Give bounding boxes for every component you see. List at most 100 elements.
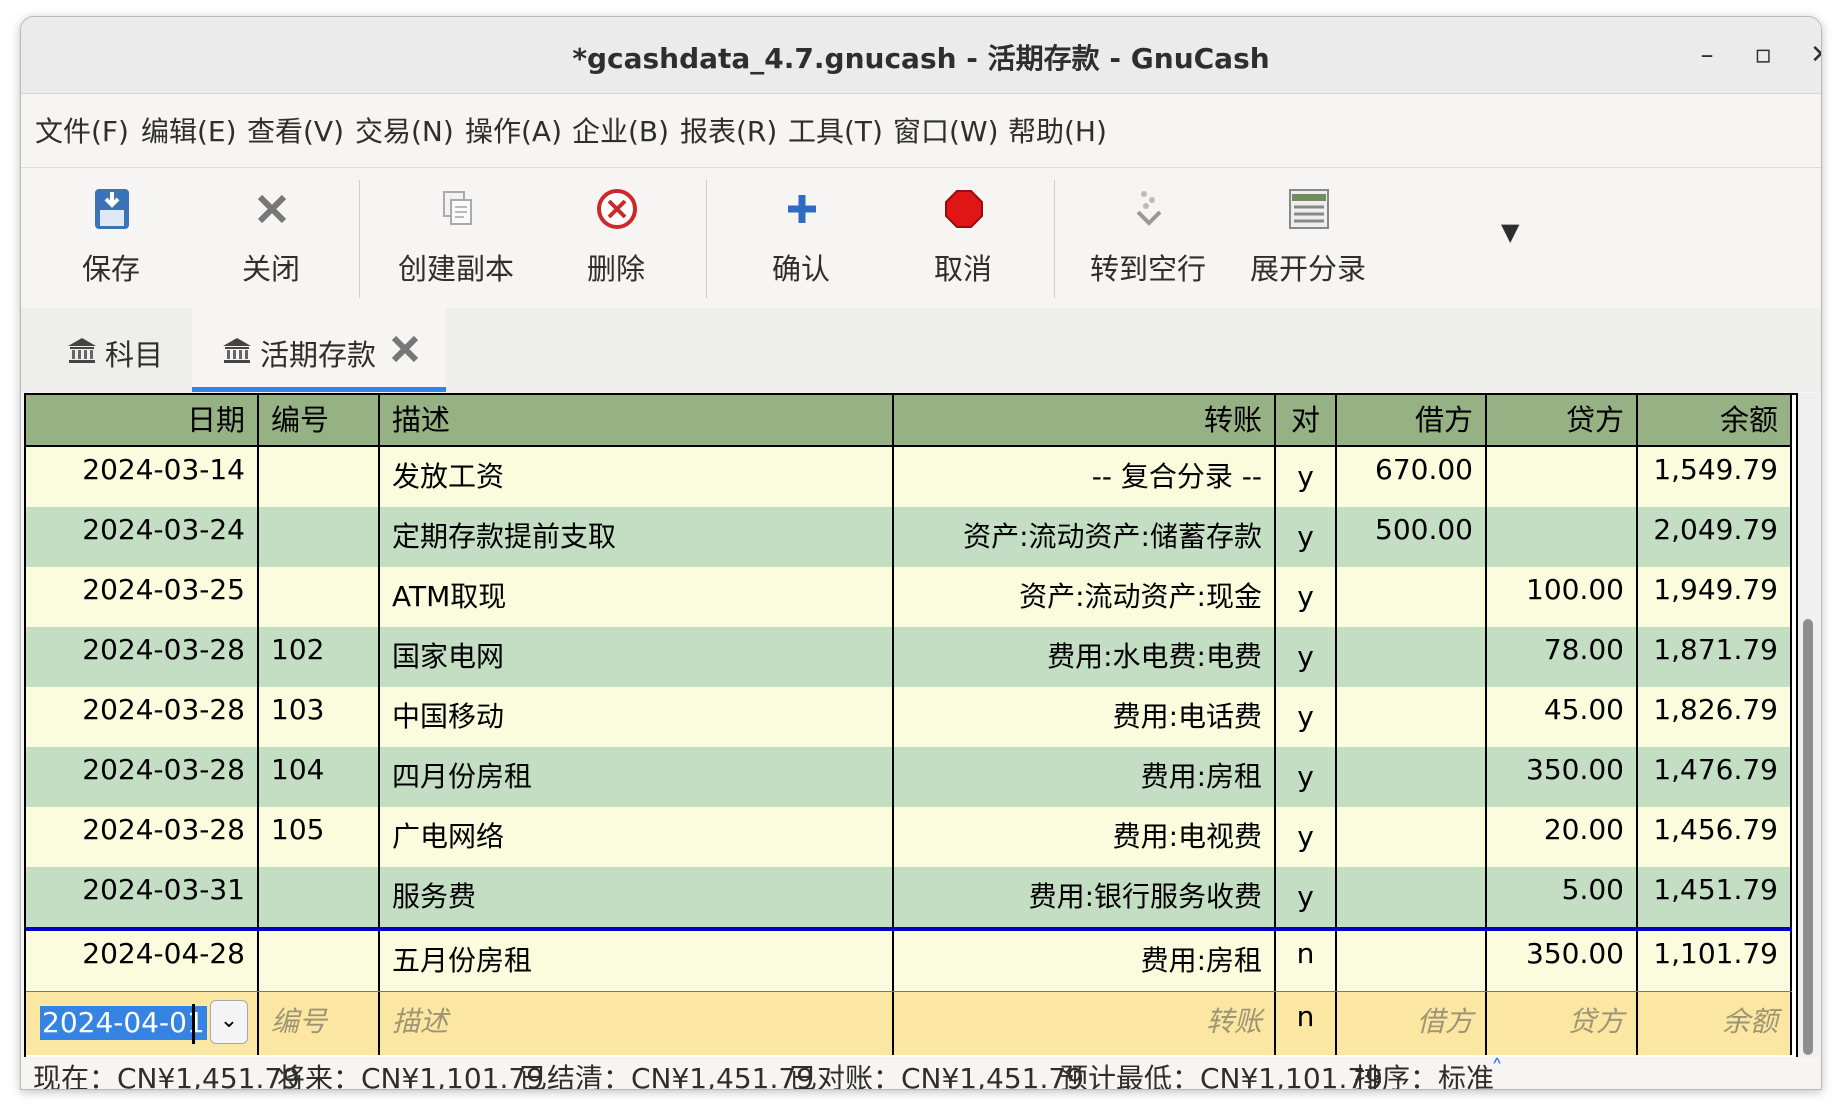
cell-date[interactable]: 2024-03-28 <box>26 687 259 747</box>
debit-placeholder[interactable]: 借方 <box>1337 992 1487 1055</box>
vertical-scrollbar[interactable] <box>1798 393 1820 1057</box>
close-window-icon[interactable]: ✕ <box>1803 37 1821 73</box>
cell-reconciled[interactable]: y <box>1276 447 1337 507</box>
tab-accounts[interactable]: 科目 <box>21 308 192 392</box>
cell-credit[interactable]: 350.00 <box>1487 931 1638 991</box>
close-tab-icon[interactable] <box>388 332 422 366</box>
cell-reconciled[interactable]: y <box>1276 867 1337 927</box>
table-row[interactable]: 2024-03-14 发放工资 -- 复合分录 -- y 670.00 1,54… <box>26 447 1792 508</box>
split-button[interactable]: 展开分录 <box>1218 168 1398 308</box>
table-row[interactable]: 2024-03-28 102 国家电网 费用:水电费:电费 y 78.00 1,… <box>26 627 1792 688</box>
cell-debit[interactable] <box>1337 867 1487 927</box>
cell-transfer[interactable]: -- 复合分录 -- <box>894 447 1276 507</box>
menu-windows[interactable]: 窗口(W) <box>893 110 999 150</box>
credit-placeholder[interactable]: 贷方 <box>1487 992 1638 1055</box>
tab-checking[interactable]: 活期存款 <box>192 308 446 392</box>
blank-transaction-row[interactable]: 2024-04-01 ⌄ 编号 描述 转账 n 借方 贷方 余额 <box>26 992 1792 1055</box>
cell-date[interactable]: 2024-03-24 <box>26 507 259 567</box>
minimize-icon[interactable]: – <box>1689 37 1725 73</box>
cell-credit[interactable]: 100.00 <box>1487 567 1638 627</box>
cell-credit[interactable]: 5.00 <box>1487 867 1638 927</box>
table-row[interactable]: 2024-03-28 105 广电网络 费用:电视费 y 20.00 1,456… <box>26 807 1792 868</box>
header-balance[interactable]: 余额 <box>1638 395 1792 447</box>
cell-num[interactable] <box>259 931 380 991</box>
cell-transfer[interactable]: 费用:水电费:电费 <box>894 627 1276 687</box>
date-entry[interactable]: 2024-04-01 ⌄ <box>26 992 259 1055</box>
cell-transfer[interactable]: 资产:流动资产:储蓄存款 <box>894 507 1276 567</box>
cell-reconciled[interactable]: y <box>1276 627 1337 687</box>
header-num[interactable]: 编号 <box>259 395 380 447</box>
cancel-button[interactable]: 取消 <box>873 168 1053 308</box>
transfer-placeholder[interactable]: 转账 <box>894 992 1276 1055</box>
cell-description[interactable]: ATM取现 <box>380 567 894 627</box>
cell-transfer[interactable]: 费用:电视费 <box>894 807 1276 867</box>
menu-transaction[interactable]: 交易(N) <box>355 110 454 150</box>
menu-business[interactable]: 企业(B) <box>572 110 669 150</box>
cell-description[interactable]: 定期存款提前支取 <box>380 507 894 567</box>
table-row[interactable]: 2024-03-25 ATM取现 资产:流动资产:现金 y 100.00 1,9… <box>26 567 1792 628</box>
cell-debit[interactable]: 670.00 <box>1337 447 1487 507</box>
menu-view[interactable]: 查看(V) <box>247 110 344 150</box>
cell-description[interactable]: 国家电网 <box>380 627 894 687</box>
cell-credit[interactable]: 45.00 <box>1487 687 1638 747</box>
cell-description[interactable]: 服务费 <box>380 867 894 927</box>
header-date[interactable]: 日期 <box>26 395 259 447</box>
close-button[interactable]: 关闭 <box>181 168 361 308</box>
save-button[interactable]: 保存 <box>21 168 201 308</box>
scrollbar-thumb[interactable] <box>1803 619 1813 1055</box>
cell-reconciled[interactable]: y <box>1276 507 1337 567</box>
cell-debit[interactable] <box>1337 567 1487 627</box>
cell-transfer[interactable]: 费用:房租 <box>894 931 1276 991</box>
menu-reports[interactable]: 报表(R) <box>680 110 777 150</box>
cell-num[interactable]: 105 <box>259 807 380 867</box>
table-row[interactable]: 2024-04-28 五月份房租 费用:房租 n 350.00 1,101.79 <box>26 931 1792 992</box>
menu-tools[interactable]: 工具(T) <box>788 110 883 150</box>
cell-date[interactable]: 2024-04-28 <box>26 931 259 991</box>
delete-button[interactable]: 删除 <box>526 168 706 308</box>
cell-reconciled[interactable]: y <box>1276 747 1337 807</box>
cell-date[interactable]: 2024-03-28 <box>26 747 259 807</box>
cell-description[interactable]: 中国移动 <box>380 687 894 747</box>
menu-edit[interactable]: 编辑(E) <box>141 110 237 150</box>
cell-reconciled[interactable]: n <box>1276 931 1337 991</box>
header-reconciled[interactable]: 对 <box>1276 395 1337 447</box>
cell-date[interactable]: 2024-03-25 <box>26 567 259 627</box>
num-placeholder[interactable]: 编号 <box>259 992 380 1055</box>
cell-credit[interactable]: 20.00 <box>1487 807 1638 867</box>
cell-debit[interactable] <box>1337 931 1487 991</box>
cell-debit[interactable] <box>1337 747 1487 807</box>
cell-description[interactable]: 广电网络 <box>380 807 894 867</box>
cell-credit[interactable] <box>1487 507 1638 567</box>
cell-description[interactable]: 四月份房租 <box>380 747 894 807</box>
cell-credit[interactable]: 78.00 <box>1487 627 1638 687</box>
cell-credit[interactable]: 350.00 <box>1487 747 1638 807</box>
blank-reconciled[interactable]: n <box>1276 992 1337 1055</box>
header-debit[interactable]: 借方 <box>1337 395 1487 447</box>
cell-transfer[interactable]: 资产:流动资产:现金 <box>894 567 1276 627</box>
cell-num[interactable]: 103 <box>259 687 380 747</box>
calendar-dropdown-button[interactable]: ⌄ <box>210 1000 248 1044</box>
blank-transaction-button[interactable]: 转到空行 <box>1058 168 1238 308</box>
cell-num[interactable] <box>259 867 380 927</box>
cell-reconciled[interactable]: y <box>1276 567 1337 627</box>
cell-transfer[interactable]: 费用:银行服务收费 <box>894 867 1276 927</box>
cell-date[interactable]: 2024-03-31 <box>26 867 259 927</box>
cell-date[interactable]: 2024-03-14 <box>26 447 259 507</box>
cell-date[interactable]: 2024-03-28 <box>26 627 259 687</box>
date-entry-value[interactable]: 2024-04-01 <box>40 1006 207 1040</box>
cell-transfer[interactable]: 费用:房租 <box>894 747 1276 807</box>
header-transfer[interactable]: 转账 <box>894 395 1276 447</box>
cell-num[interactable]: 104 <box>259 747 380 807</box>
cell-debit[interactable]: 500.00 <box>1337 507 1487 567</box>
cell-debit[interactable] <box>1337 807 1487 867</box>
header-description[interactable]: 描述 <box>380 395 894 447</box>
cell-num[interactable] <box>259 507 380 567</box>
maximize-icon[interactable]: ▫ <box>1745 37 1781 73</box>
status-sort[interactable]: 排序：标准 <box>1354 1057 1494 1089</box>
header-credit[interactable]: 贷方 <box>1487 395 1638 447</box>
cell-reconciled[interactable]: y <box>1276 687 1337 747</box>
duplicate-button[interactable]: 创建副本 <box>366 168 546 308</box>
sort-ascending-icon[interactable]: ˄ <box>1491 1055 1503 1083</box>
cell-reconciled[interactable]: y <box>1276 807 1337 867</box>
toolbar-overflow-icon[interactable]: ▼ <box>1501 218 1519 246</box>
